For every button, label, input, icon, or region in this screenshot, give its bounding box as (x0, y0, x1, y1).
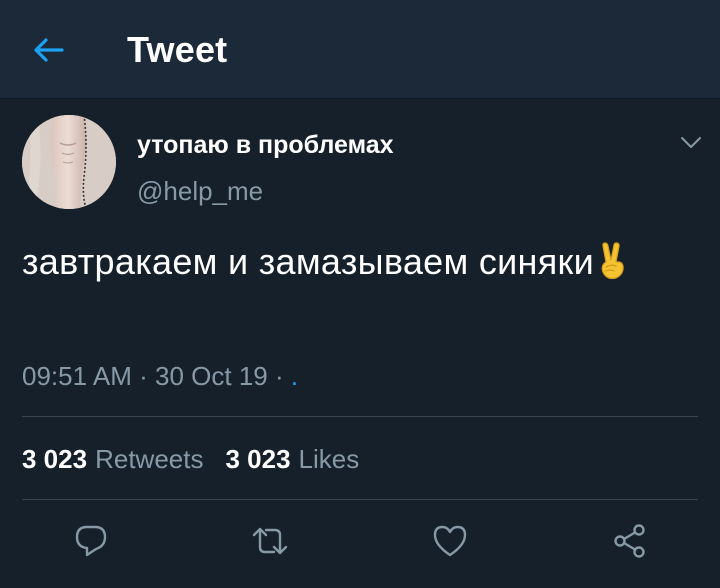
tweet-source-link[interactable]: . (291, 361, 298, 391)
heart-icon (433, 525, 467, 557)
avatar-image (22, 115, 116, 209)
more-options-button[interactable] (676, 130, 706, 156)
retweets-label: Retweets (95, 444, 204, 474)
tweet-time: 09:51 AM (22, 361, 132, 391)
back-button[interactable] (28, 30, 68, 70)
tweet-date: 30 Oct 19 (155, 361, 268, 391)
reply-button[interactable] (71, 521, 111, 561)
tweet-body: завтракаем и замазываем синяки (22, 241, 594, 282)
retweets-count: 3 023 (22, 444, 88, 474)
avatar[interactable] (22, 115, 116, 209)
author-handle[interactable]: @help_me (137, 176, 263, 207)
divider (22, 416, 698, 417)
likes-count: 3 023 (225, 444, 291, 474)
author-name[interactable]: утопаю в проблемах (137, 131, 394, 160)
page-title: Tweet (127, 29, 228, 70)
victory-hand-emoji (601, 242, 624, 280)
top-bar: Tweet (0, 0, 720, 99)
likes-stat[interactable]: 3 023 Likes (225, 444, 359, 475)
likes-label: Likes (298, 444, 360, 474)
arrow-left-icon (34, 38, 64, 62)
reply-icon (75, 525, 107, 557)
meta-separator: · (139, 361, 148, 391)
tweet-stats: 3 023 Retweets 3 023 Likes (22, 444, 359, 475)
chevron-down-icon (681, 137, 701, 148)
tweet-text: завтракаем и замазываем синяки (22, 238, 682, 286)
tweet-timestamp: 09:51 AM · 30 Oct 19 · . (22, 361, 298, 392)
share-button[interactable] (610, 521, 650, 561)
retweet-button[interactable] (250, 521, 290, 561)
retweets-stat[interactable]: 3 023 Retweets (22, 444, 203, 475)
divider (22, 499, 698, 500)
meta-separator: · (274, 361, 284, 391)
retweet-icon (252, 527, 288, 555)
like-button[interactable] (430, 521, 470, 561)
share-icon (614, 524, 645, 558)
